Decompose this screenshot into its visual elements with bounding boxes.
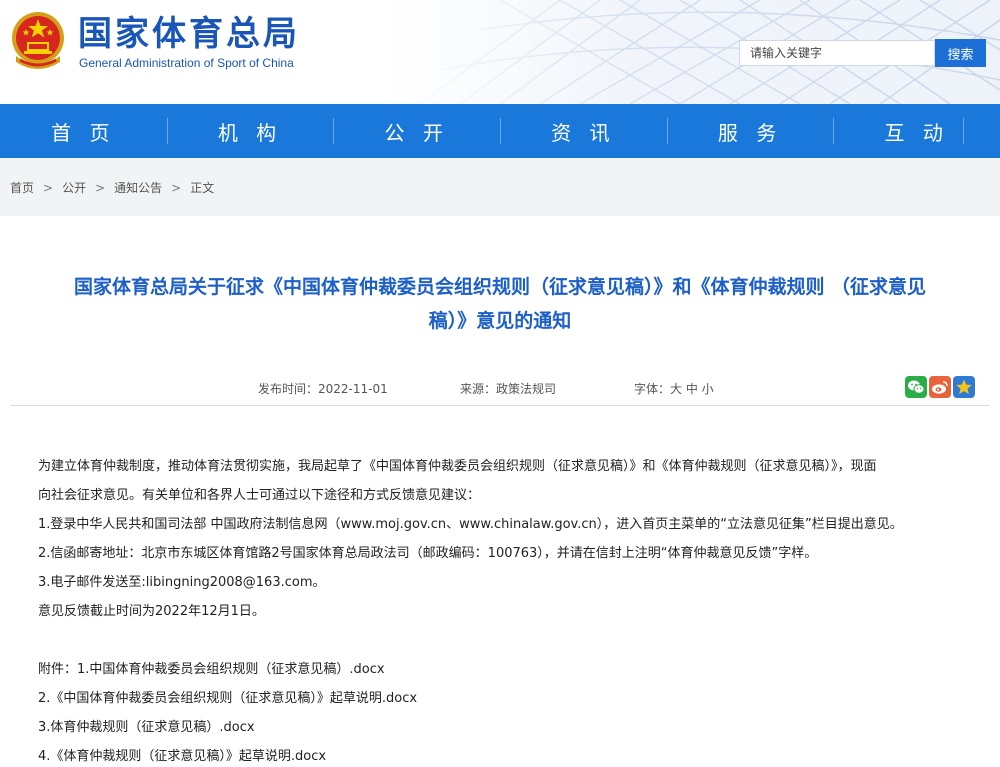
- site-name-english[interactable]: General Administration of Sport of China: [79, 56, 294, 70]
- article-title: 国家体育总局关于征求《中国体育仲裁委员会组织规则（征求意见稿）》和《体育仲裁规则…: [10, 270, 990, 338]
- breadcrumb-current: 正文: [190, 181, 215, 195]
- feedback-method-2: 2.信函邮寄地址：北京市东城区体育馆路2号国家体育总局政法司（邮政编码：1007…: [38, 546, 818, 561]
- nav-item-news[interactable]: 资 讯: [500, 104, 667, 158]
- article-body: 为建立体育仲裁制度，推动体育法贯彻实施，我局起草了《中国体育仲裁委员会组织规则（…: [38, 452, 986, 767]
- nav-item-service[interactable]: 服 务: [666, 104, 834, 158]
- article-source: 来源：政策法规司: [460, 382, 557, 396]
- title-divider: [10, 405, 990, 406]
- breadcrumb-separator: >: [171, 180, 182, 195]
- site-header: 国家体育总局 General Administration of Sport o…: [0, 0, 1000, 104]
- site-name[interactable]: 国家体育总局: [78, 14, 300, 54]
- search-input[interactable]: [740, 41, 934, 65]
- breadcrumb-home[interactable]: 首页: [10, 179, 34, 196]
- attachment-link-3[interactable]: 3.体育仲裁规则（征求意见稿）.docx: [38, 713, 986, 742]
- article-title-line1: 国家体育总局关于征求《中国体育仲裁委员会组织规则（征求意见稿）》和《体育仲裁规则…: [73, 276, 927, 298]
- font-size-switcher[interactable]: 字体：大 中 小: [634, 380, 714, 397]
- article-title-line2: 稿）》意见的通知: [428, 310, 572, 332]
- paragraph-intro-line2: 向社会征求意见。有关单位和各界人士可通过以下途径和方式反馈意见建议：: [38, 488, 481, 503]
- feedback-deadline: 意见反馈截止时间为2022年12月1日。: [38, 604, 265, 619]
- breadcrumb-separator: >: [95, 180, 106, 195]
- nav-item-organization[interactable]: 机 构: [166, 104, 334, 158]
- nav-item-public[interactable]: 公 开: [333, 104, 500, 158]
- paragraph-intro-line1: 为建立体育仲裁制度，推动体育法贯彻实施，我局起草了《中国体育仲裁委员会组织规则（…: [38, 459, 877, 474]
- feedback-method-1: 1.登录中华人民共和国司法部 中国政府法制信息网（www.moj.gov.cn、…: [38, 517, 903, 532]
- breadcrumb-public[interactable]: 公开: [62, 179, 86, 196]
- attachment-link-2[interactable]: 2.《中国体育仲裁委员会组织规则（征求意见稿）》起草说明.docx: [38, 684, 986, 713]
- share-buttons: [905, 376, 975, 398]
- search-box: [739, 40, 935, 66]
- attachment-link-1[interactable]: 附件：1.中国体育仲裁委员会组织规则（征求意见稿）.docx: [38, 655, 986, 684]
- nav-item-interaction[interactable]: 互 动: [833, 104, 1000, 158]
- breadcrumb-notices[interactable]: 通知公告: [114, 179, 162, 196]
- breadcrumb-separator: >: [43, 180, 54, 195]
- breadcrumb-bar: 首页 > 公开 > 通知公告 > 正文: [0, 158, 1000, 216]
- wechat-icon[interactable]: [905, 376, 927, 398]
- weibo-icon[interactable]: [929, 376, 951, 398]
- nav-item-home[interactable]: 首 页: [0, 104, 167, 158]
- attachment-link-4[interactable]: 4.《体育仲裁规则（征求意见稿）》起草说明.docx: [38, 742, 986, 767]
- feedback-method-3: 3.电子邮件发送至:libingning2008@163.com。: [38, 575, 326, 590]
- national-emblem-logo[interactable]: [10, 10, 66, 72]
- main-nav: 首 页 机 构 公 开 资 讯 服 务 互 动: [0, 104, 1000, 158]
- search-button[interactable]: 搜索: [935, 39, 986, 67]
- article-meta: 发布时间：2022-11-01 来源：政策法规司 字体：大 中 小: [0, 380, 1000, 396]
- publish-time: 发布时间：2022-11-01: [258, 382, 388, 396]
- favorite-icon[interactable]: [953, 376, 975, 398]
- breadcrumb: 首页 > 公开 > 通知公告 > 正文: [10, 179, 214, 196]
